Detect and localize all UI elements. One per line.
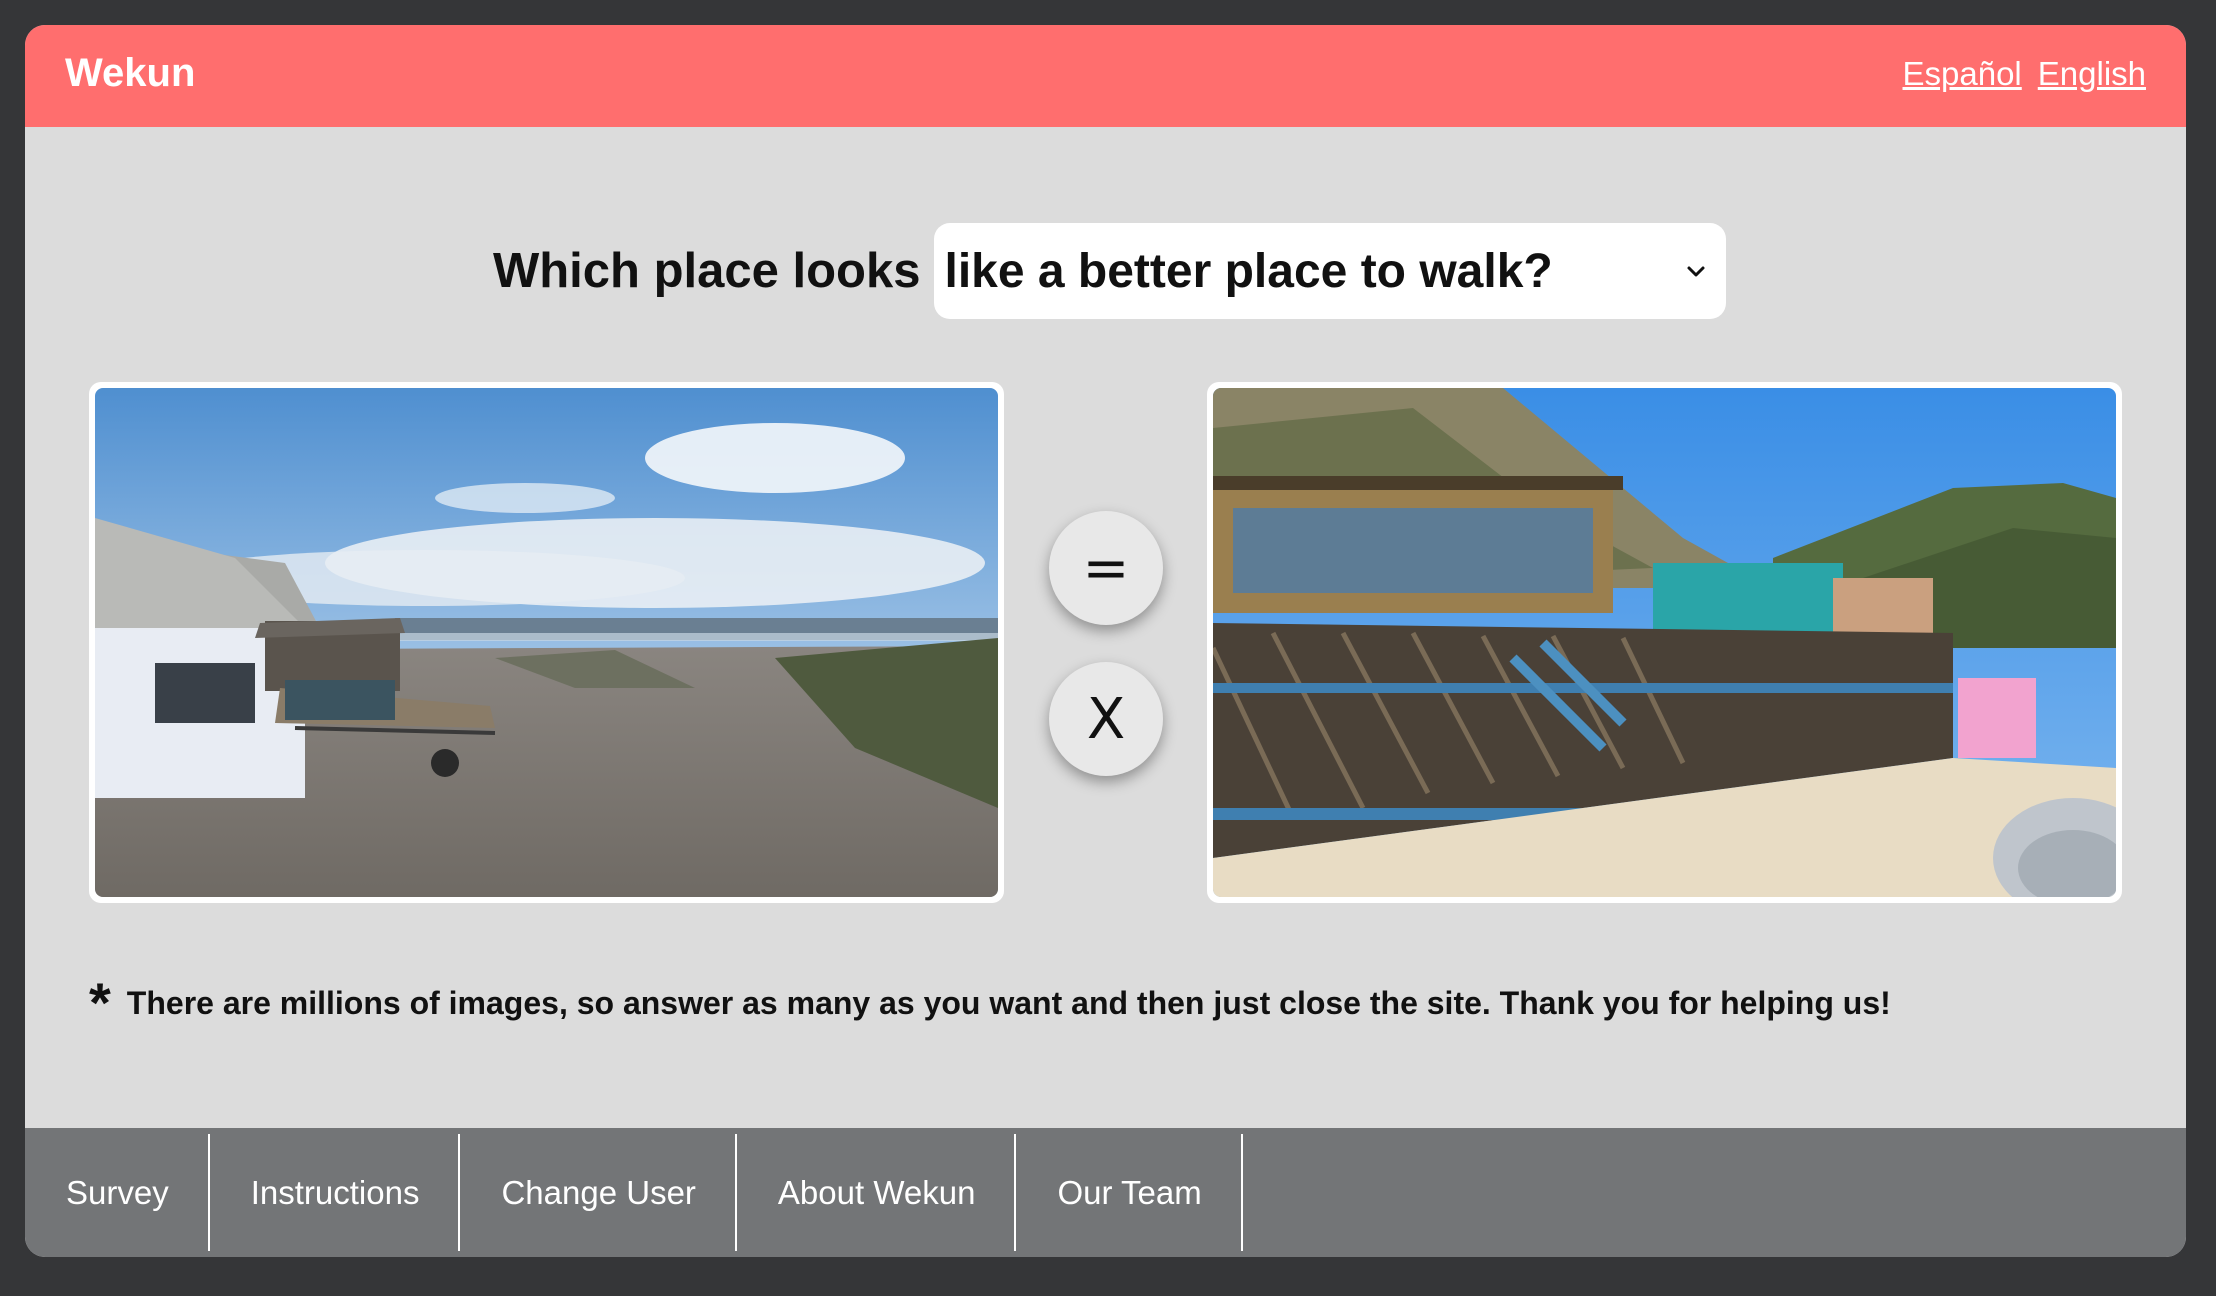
chevron-down-icon — [1687, 266, 1705, 277]
asterisk-icon: * — [89, 971, 111, 1034]
nav-survey[interactable]: Survey — [25, 1128, 210, 1257]
question-prefix: Which place looks — [493, 244, 921, 298]
nav-change-user[interactable]: Change User — [460, 1128, 738, 1257]
right-place-image[interactable] — [1207, 382, 2122, 903]
question-criteria-select[interactable]: like a better place to walk? — [934, 223, 1727, 319]
survey-question: Which place looks like a better place to… — [493, 223, 1727, 319]
question-criteria-value: like a better place to walk? — [944, 244, 1553, 298]
lang-espanol-link[interactable]: Español — [1903, 55, 2022, 93]
skip-button[interactable]: X — [1049, 662, 1163, 776]
language-switcher: Español English — [1903, 55, 2147, 93]
note-text: There are millions of images, so answer … — [126, 984, 1891, 1021]
nav-our-team[interactable]: Our Team — [1016, 1128, 1244, 1257]
nav-instructions[interactable]: Instructions — [210, 1128, 461, 1257]
lang-english-link[interactable]: English — [2038, 55, 2146, 93]
seaside-houses-photo — [1213, 388, 2116, 897]
footer-nav: Survey Instructions Change User About We… — [25, 1128, 2186, 1257]
beach-street-photo — [95, 388, 998, 897]
info-note: * There are millions of images, so answe… — [89, 975, 1891, 1031]
left-place-image[interactable] — [89, 382, 1004, 903]
app-window: Wekun Español English Which place looks … — [25, 25, 2186, 1257]
brand-logo[interactable]: Wekun — [65, 51, 195, 96]
equal-button[interactable]: = — [1049, 511, 1163, 625]
header-bar: Wekun Español English — [25, 25, 2186, 127]
nav-about-wekun[interactable]: About Wekun — [737, 1128, 1017, 1257]
